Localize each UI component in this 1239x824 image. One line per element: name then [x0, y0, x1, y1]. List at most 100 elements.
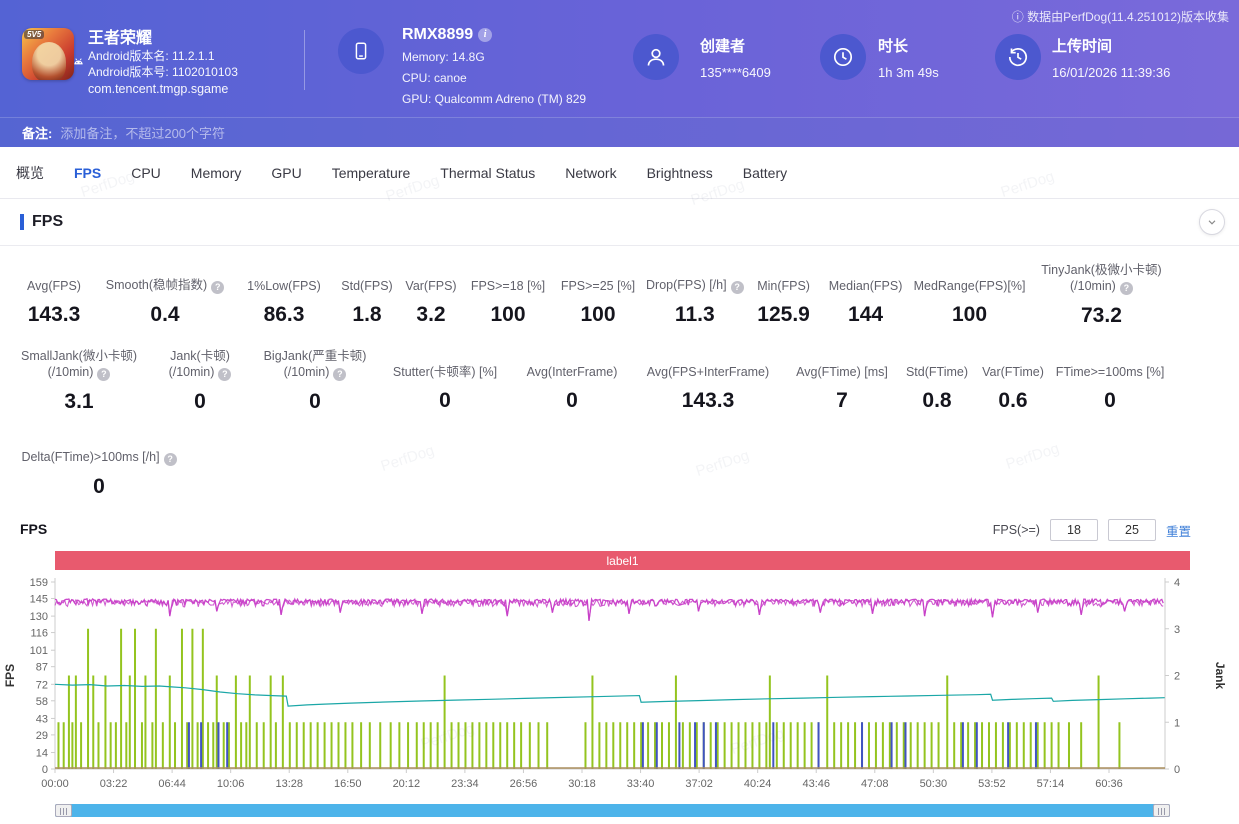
- tab-battery[interactable]: Battery: [743, 165, 787, 181]
- package-name: com.tencent.tmgp.sgame: [88, 82, 228, 96]
- collapse-section-button[interactable]: [1199, 209, 1225, 235]
- stat-value: 143.3: [682, 389, 735, 413]
- tab-bar: 概览 FPS CPU Memory GPU Temperature Thermal Stat…: [0, 147, 1239, 199]
- android-icon: [72, 56, 85, 73]
- remark-label: 备注:: [22, 123, 52, 142]
- help-icon[interactable]: ?: [218, 368, 231, 381]
- tab-cpu[interactable]: CPU: [131, 165, 161, 181]
- stat-value: 0: [194, 390, 206, 414]
- stat-label: Std(FTime): [906, 348, 968, 380]
- tab-fps[interactable]: FPS: [74, 165, 101, 181]
- tab-memory[interactable]: Memory: [191, 165, 242, 181]
- svg-text:00:00: 00:00: [41, 778, 69, 790]
- android-version-block: Android版本名: 11.2.1.1 Android版本号: 1102010…: [88, 48, 238, 80]
- tab-gpu[interactable]: GPU: [271, 165, 301, 181]
- stat-item: FPS>=25 [%]100: [556, 262, 640, 328]
- svg-text:29: 29: [36, 730, 48, 742]
- stat-value: 0: [439, 389, 451, 413]
- scrollbar-right-handle[interactable]: [1153, 804, 1170, 817]
- stat-label: FPS>=18 [%]: [471, 262, 545, 294]
- help-icon[interactable]: ?: [211, 281, 224, 294]
- svg-text:53:52: 53:52: [978, 778, 1006, 790]
- tab-network[interactable]: Network: [565, 165, 616, 181]
- section-accent-bar: [20, 214, 24, 230]
- duration-block: 时长 1h 3m 49s: [878, 35, 939, 80]
- stat-value: 0: [309, 390, 321, 414]
- help-icon[interactable]: ?: [333, 368, 346, 381]
- svg-text:2: 2: [1174, 671, 1180, 683]
- svg-text:47:08: 47:08: [861, 778, 889, 790]
- help-icon[interactable]: ?: [1120, 282, 1133, 295]
- fps-threshold-input-1[interactable]: [1050, 519, 1098, 541]
- duration-value: 1h 3m 49s: [878, 65, 939, 80]
- svg-text:116: 116: [30, 628, 48, 640]
- section-title: FPS: [32, 213, 63, 231]
- svg-text:43:46: 43:46: [802, 778, 830, 790]
- stat-label: MedRange(FPS)[%]: [914, 262, 1026, 294]
- svg-text:101: 101: [30, 645, 48, 657]
- stat-item: Avg(FPS+InterFrame)143.3: [634, 348, 782, 414]
- creator-icon: [633, 34, 679, 80]
- chart-label1-banner: label1: [55, 551, 1190, 570]
- stat-label: Std(FPS): [341, 262, 392, 294]
- tab-概览[interactable]: 概览: [16, 163, 44, 183]
- stat-value: 1.8: [352, 303, 381, 327]
- remark-input[interactable]: 备注: 添加备注，不超过200个字符: [0, 117, 1239, 147]
- svg-text:57:14: 57:14: [1037, 778, 1065, 790]
- tab-temperature[interactable]: Temperature: [332, 165, 411, 181]
- stat-label: Median(FPS): [829, 262, 903, 294]
- creator-label: 创建者: [700, 35, 771, 56]
- android-version-code: Android版本号: 1102010103: [88, 64, 238, 80]
- reset-link[interactable]: 重置: [1166, 521, 1191, 540]
- svg-text:159: 159: [30, 577, 48, 589]
- svg-text:FPS: FPS: [3, 664, 17, 687]
- svg-text:33:40: 33:40: [627, 778, 655, 790]
- stat-value: 100: [490, 303, 525, 327]
- stat-item: Std(FPS) 1.8: [338, 262, 396, 328]
- scrollbar-left-handle[interactable]: [55, 804, 72, 817]
- stat-item: Jank(卡顿)(/10min)?0: [150, 348, 250, 414]
- device-memory: Memory: 14.8G: [402, 50, 485, 64]
- stat-value: 7: [836, 389, 848, 413]
- fps-ge-label: FPS(>=): [993, 523, 1040, 537]
- upload-time-icon: [995, 34, 1041, 80]
- svg-text:58: 58: [36, 696, 48, 708]
- stat-label: Stutter(卡顿率) [%]: [393, 348, 497, 380]
- help-icon[interactable]: ?: [164, 453, 177, 466]
- tab-thermal-status[interactable]: Thermal Status: [440, 165, 535, 181]
- stat-value: 11.3: [675, 303, 715, 327]
- device-info-icon[interactable]: i: [478, 28, 492, 42]
- remark-placeholder: 添加备注，不超过200个字符: [60, 123, 225, 142]
- stat-item: Min(FPS) 125.9: [750, 262, 818, 328]
- svg-text:26:56: 26:56: [510, 778, 538, 790]
- fps-threshold-input-2[interactable]: [1108, 519, 1156, 541]
- svg-text:43: 43: [36, 713, 48, 725]
- svg-text:06:44: 06:44: [158, 778, 186, 790]
- stat-item: Median(FPS) 144: [824, 262, 908, 328]
- stat-label: Min(FPS): [757, 262, 810, 294]
- stat-label: Drop(FPS) [/h]?: [646, 262, 744, 294]
- stat-value: 100: [952, 303, 987, 327]
- header: 5V5 王者荣耀 Android版本名: 11.2.1.1 Android版本号…: [0, 0, 1239, 117]
- device-cpu: CPU: canoe: [402, 71, 467, 85]
- svg-text:87: 87: [36, 662, 48, 674]
- tab-brightness[interactable]: Brightness: [647, 165, 713, 181]
- collect-note: ⓘ 数据由PerfDog(11.4.251012)版本收集: [1012, 8, 1229, 25]
- stats-row-3: Delta(FTime)>100ms [/h]?0: [0, 434, 1239, 499]
- stat-value: 144: [848, 303, 883, 327]
- help-icon[interactable]: ?: [97, 368, 110, 381]
- svg-text:30:18: 30:18: [568, 778, 596, 790]
- stat-item: Smooth(稳帧指数)?0.4: [100, 262, 230, 328]
- stat-value: 0: [566, 389, 578, 413]
- stat-item: Std(FTime)0.8: [902, 348, 972, 414]
- svg-text:0: 0: [42, 764, 48, 776]
- stat-value: 125.9: [757, 303, 810, 327]
- help-icon[interactable]: ?: [731, 281, 744, 294]
- page: 5V5 王者荣耀 Android版本名: 11.2.1.1 Android版本号…: [0, 0, 1239, 824]
- chart-range-scrollbar[interactable]: [55, 804, 1170, 817]
- svg-text:14: 14: [36, 748, 48, 760]
- stat-label: Delta(FTime)>100ms [/h]?: [21, 434, 176, 466]
- creator-block: 创建者 135****6409: [700, 35, 771, 80]
- stats-row-1: Avg(FPS)143.3Smooth(稳帧指数)?0.41%Low(FPS)8…: [0, 262, 1239, 328]
- device-model: RMX8899i: [402, 26, 492, 44]
